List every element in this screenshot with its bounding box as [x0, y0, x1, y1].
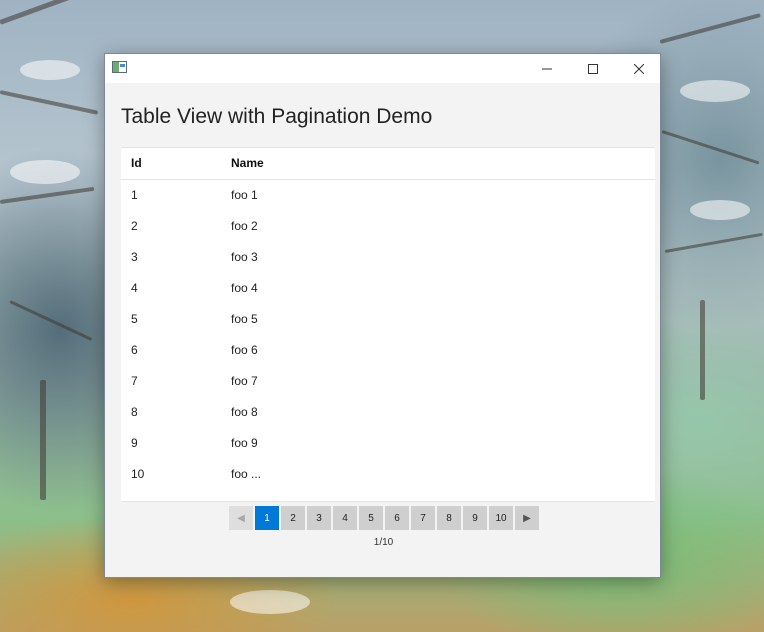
page-button-6[interactable]: 6: [385, 506, 409, 530]
cell-name: foo 4: [231, 281, 258, 295]
maximize-icon: [588, 63, 598, 74]
tree-trunk: [700, 300, 705, 400]
page-indicator: 1/10: [373, 537, 394, 548]
chevron-left-icon: ◀: [237, 512, 245, 524]
tree-trunk: [40, 380, 46, 500]
pagination-bar: ◀ 1 2 3 4 5 6 7 8 9 10 ▶: [229, 506, 541, 530]
cell-id: 7: [131, 374, 138, 388]
cell-id: 9: [131, 436, 138, 450]
close-icon: [634, 63, 644, 74]
table-header: Id Name: [121, 148, 655, 180]
table-row[interactable]: 3 foo 3: [121, 242, 655, 273]
minimize-button[interactable]: [524, 54, 570, 83]
tree-branch: [664, 232, 763, 253]
column-header-id[interactable]: Id: [131, 156, 142, 170]
tree-branch: [661, 130, 760, 165]
cell-name: foo 9: [231, 436, 258, 450]
previous-page-button[interactable]: ◀: [229, 506, 253, 530]
cell-name: foo 7: [231, 374, 258, 388]
table-row[interactable]: 5 foo 5: [121, 304, 655, 335]
maximize-button[interactable]: [570, 54, 616, 83]
page-button-7[interactable]: 7: [411, 506, 435, 530]
cell-name: foo 2: [231, 219, 258, 233]
table-row[interactable]: 9 foo 9: [121, 428, 655, 459]
data-table[interactable]: Id Name 1 foo 1 2 foo 2 3 foo 3 4 foo 4 …: [121, 147, 655, 502]
cell-id: 6: [131, 343, 138, 357]
cell-id: 2: [131, 219, 138, 233]
cell-name: foo 1: [231, 188, 258, 202]
chevron-right-icon: ▶: [523, 512, 531, 524]
tree-branch: [0, 90, 99, 115]
table-row[interactable]: 1 foo 1: [121, 180, 655, 211]
cell-name: foo 5: [231, 312, 258, 326]
app-window: Table View with Pagination Demo Id Name …: [104, 53, 661, 578]
next-page-button[interactable]: ▶: [515, 506, 539, 530]
minimize-icon: [542, 68, 552, 69]
snow-patch: [10, 160, 80, 184]
cell-id: 10: [131, 467, 145, 481]
cell-id: 3: [131, 250, 138, 264]
snow-patch: [690, 200, 750, 220]
tree-branch: [0, 186, 95, 204]
desktop-background: Table View with Pagination Demo Id Name …: [0, 0, 764, 632]
snow-patch: [20, 60, 80, 80]
cell-id: 5: [131, 312, 138, 326]
cell-name: foo ...: [231, 467, 262, 481]
page-button-10[interactable]: 10: [489, 506, 513, 530]
table-row[interactable]: 4 foo 4: [121, 273, 655, 304]
page-button-3[interactable]: 3: [307, 506, 331, 530]
column-header-name[interactable]: Name: [231, 156, 264, 170]
page-title: Table View with Pagination Demo: [121, 105, 433, 128]
tree-branch: [0, 0, 86, 25]
table-row[interactable]: 7 foo 7: [121, 366, 655, 397]
page-button-8[interactable]: 8: [437, 506, 461, 530]
cell-name: foo 3: [231, 250, 258, 264]
table-row[interactable]: 2 foo 2: [121, 211, 655, 242]
table-row[interactable]: 8 foo 8: [121, 397, 655, 428]
app-icon: [112, 61, 127, 73]
cell-id: 8: [131, 405, 138, 419]
table-row[interactable]: 6 foo 6: [121, 335, 655, 366]
table-row[interactable]: 10 foo ...: [121, 459, 655, 490]
title-bar[interactable]: [105, 54, 660, 83]
snow-patch: [680, 80, 750, 102]
close-button[interactable]: [616, 54, 662, 83]
page-button-2[interactable]: 2: [281, 506, 305, 530]
page-button-4[interactable]: 4: [333, 506, 357, 530]
cell-name: foo 6: [231, 343, 258, 357]
page-button-5[interactable]: 5: [359, 506, 383, 530]
snow-patch: [230, 590, 310, 614]
page-button-1[interactable]: 1: [255, 506, 279, 530]
cell-id: 1: [131, 188, 138, 202]
tree-branch: [9, 300, 93, 341]
cell-id: 4: [131, 281, 138, 295]
cell-name: foo 8: [231, 405, 258, 419]
tree-branch: [659, 13, 761, 44]
page-button-9[interactable]: 9: [463, 506, 487, 530]
